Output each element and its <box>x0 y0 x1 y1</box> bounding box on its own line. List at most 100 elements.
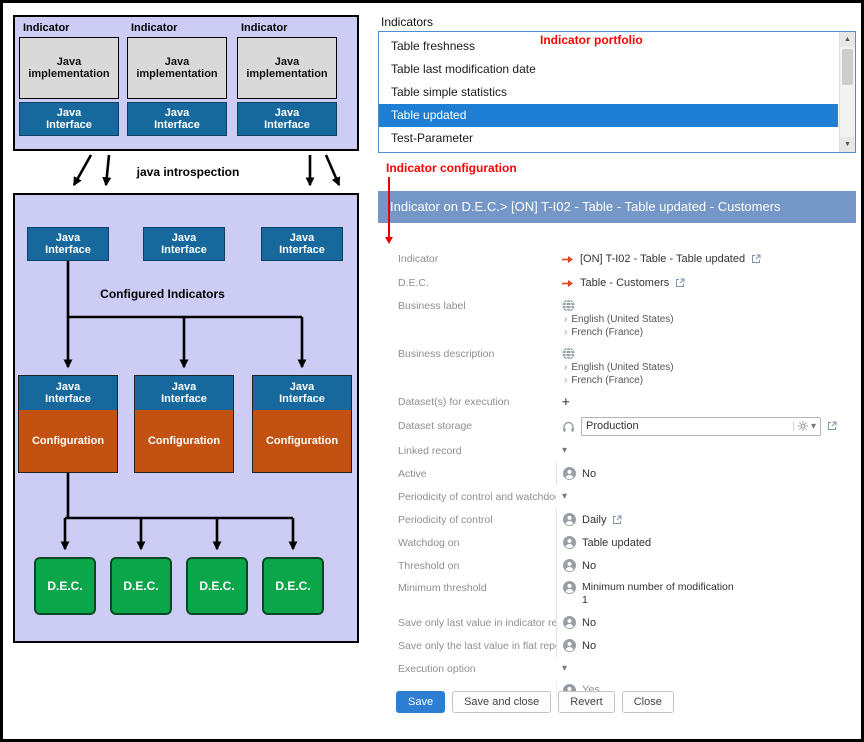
expand-icon[interactable]: › <box>564 362 567 373</box>
indicators-listbox[interactable]: Table freshness Table last modification … <box>378 31 856 153</box>
indicator-group-2: Indicator Java implementation Java Inter… <box>127 22 227 136</box>
external-link-icon[interactable] <box>612 515 622 525</box>
dec-box-2: D.E.C. <box>110 557 172 615</box>
list-item-test-parameter[interactable]: Test-Parameter <box>379 127 838 150</box>
language-row[interactable]: ›English (United States) <box>562 362 674 373</box>
save-and-close-button[interactable]: Save and close <box>452 691 551 713</box>
java-interface-box: Java Interface <box>143 227 225 261</box>
group-linked-record: Linked record ▾ <box>378 439 856 462</box>
periodicity-value-link[interactable]: Daily <box>582 514 606 526</box>
field-save-last-indicator-report: Save only last value in indicator report… <box>378 611 856 634</box>
language-row[interactable]: ›English (United States) <box>562 314 674 325</box>
java-interface-text: Java Interface <box>148 107 206 131</box>
java-interface-box: Java Interface <box>253 376 351 410</box>
configured-indicators-label: Configured Indicators <box>75 287 250 301</box>
record-link-icon <box>562 279 574 288</box>
java-implementation-text: Java implementation <box>23 56 115 80</box>
close-button[interactable]: Close <box>622 691 674 713</box>
dec-value-link[interactable]: Table - Customers <box>580 277 669 289</box>
java-introspection-label: java introspection <box>108 165 268 179</box>
indicator-value-link[interactable]: [ON] T-I02 - Table - Table updated <box>580 253 745 265</box>
java-implementation-box: Java implementation <box>237 37 337 99</box>
dataset-storage-value: Production <box>586 420 793 432</box>
field-label: Minimum threshold <box>398 577 556 594</box>
configuration-box: Configuration <box>253 410 351 472</box>
indicator-label: Indicator <box>127 22 227 37</box>
field-label: Active <box>398 468 556 480</box>
java-interface-text: Java Interface <box>155 381 213 405</box>
scroll-down-icon[interactable]: ▼ <box>840 137 855 152</box>
expand-icon[interactable]: › <box>564 375 567 386</box>
field-label: Indicator <box>398 253 556 265</box>
threshold-on-value: No <box>582 560 596 572</box>
field-indicator: Indicator [ON] T-I02 - Table - Table upd… <box>378 247 856 271</box>
field-datasets-execution: Dataset(s) for execution + <box>378 391 856 413</box>
dec-box-1: D.E.C. <box>34 557 96 615</box>
add-dataset-button[interactable]: + <box>562 397 570 407</box>
field-label: Dataset(s) for execution <box>398 396 556 408</box>
external-link-icon[interactable] <box>751 254 761 264</box>
dataset-storage-select[interactable]: Production ▾ <box>581 417 821 436</box>
indicator-implementations-panel: Indicator Java implementation Java Inter… <box>13 15 359 151</box>
java-implementation-text: Java implementation <box>131 56 223 80</box>
annotation-arrow <box>388 177 390 237</box>
scroll-up-icon[interactable]: ▲ <box>840 32 855 47</box>
chevron-down-icon[interactable]: ▾ <box>562 663 567 674</box>
java-interface-box: Java Interface <box>237 102 337 136</box>
field-minimum-threshold: Minimum threshold Minimum number of modi… <box>378 577 856 611</box>
java-implementation-text: Java implementation <box>241 56 333 80</box>
person-icon <box>563 639 576 652</box>
java-interface-box: Java Interface <box>261 227 343 261</box>
java-interface-box: Java Interface <box>135 376 233 410</box>
chevron-down-icon[interactable]: ▾ <box>562 445 567 456</box>
external-link-icon[interactable] <box>675 278 685 288</box>
field-label: Dataset storage <box>398 420 556 432</box>
field-business-label: Business label ›English (United States) … <box>378 295 856 343</box>
list-item-table-simple-statistics[interactable]: Table simple statistics <box>379 81 838 104</box>
field-threshold-on: Threshold on No <box>378 554 856 577</box>
configured-indicator-box-3: Java Interface Configuration <box>252 375 352 473</box>
configured-indicator-box-1: Java Interface Configuration <box>18 375 118 473</box>
annotation-indicator-portfolio: Indicator portfolio <box>540 33 643 47</box>
field-save-last-flat-reporting: Save only the last value in flat reporti… <box>378 634 856 657</box>
person-icon <box>563 467 576 480</box>
listbox-scrollbar[interactable]: ▲ ▼ <box>839 32 855 152</box>
java-interface-box: Java Interface <box>19 102 119 136</box>
watchdog-on-value: Table updated <box>582 537 651 549</box>
gear-icon[interactable] <box>798 421 808 431</box>
java-interface-box: Java Interface <box>127 102 227 136</box>
field-label: Periodicity of control and watchdog <box>398 491 556 503</box>
external-link-icon[interactable] <box>827 421 837 431</box>
person-icon <box>563 513 576 526</box>
expand-icon[interactable]: › <box>564 314 567 325</box>
indicator-label: Indicator <box>237 22 337 37</box>
group-periodicity: Periodicity of control and watchdog ▾ <box>378 485 856 508</box>
indicator-group-1: Indicator Java implementation Java Inter… <box>19 22 119 136</box>
java-interface-text: Java Interface <box>273 381 331 405</box>
form-button-bar: Save Save and close Revert Close <box>396 691 674 713</box>
language-row[interactable]: ›French (France) <box>562 327 643 338</box>
globe-icon <box>562 347 575 360</box>
chevron-down-icon[interactable]: ▾ <box>562 491 567 502</box>
indicator-form: Indicator [ON] T-I02 - Table - Table upd… <box>378 223 856 700</box>
field-label: Business label <box>398 295 556 312</box>
language-row[interactable]: ›French (France) <box>562 375 643 386</box>
chevron-down-icon[interactable]: ▾ <box>811 421 816 432</box>
minimum-threshold-description: Minimum number of modification <box>582 581 734 593</box>
list-item-table-updated-selected[interactable]: Table updated <box>379 104 838 127</box>
indicator-group-3: Indicator Java implementation Java Inter… <box>237 22 337 136</box>
expand-icon[interactable]: › <box>564 327 567 338</box>
field-label: Threshold on <box>398 560 556 572</box>
list-item-table-last-modification-date[interactable]: Table last modification date <box>379 58 838 81</box>
field-label: Save only the last value in flat reporti… <box>398 640 556 652</box>
save-button[interactable]: Save <box>396 691 445 713</box>
field-periodicity-of-control: Periodicity of control Daily <box>378 508 856 531</box>
java-interface-text: Java Interface <box>258 107 316 131</box>
dec-box-4: D.E.C. <box>262 557 324 615</box>
java-interface-text: Java Interface <box>40 107 98 131</box>
revert-button[interactable]: Revert <box>558 691 614 713</box>
configured-indicator-box-2: Java Interface Configuration <box>134 375 234 473</box>
scrollbar-thumb[interactable] <box>842 49 853 85</box>
record-link-icon <box>562 255 574 264</box>
field-business-description: Business description ›English (United St… <box>378 343 856 391</box>
